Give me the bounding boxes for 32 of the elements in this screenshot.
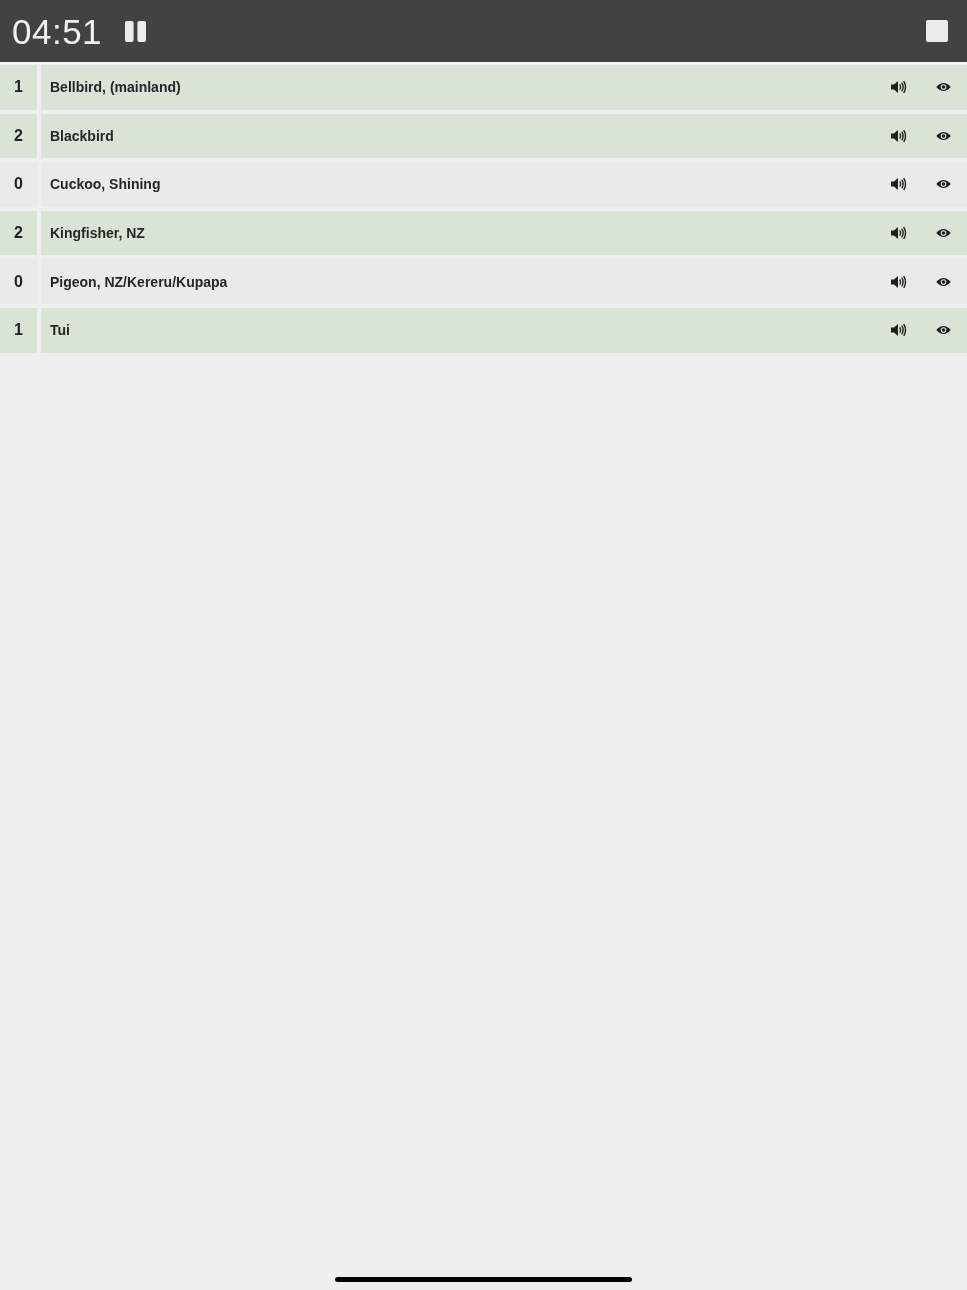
count-cell: 2: [0, 210, 37, 256]
count-cell: 0: [0, 259, 37, 304]
eye-icon[interactable]: [936, 130, 951, 141]
bird-row[interactable]: Tui: [41, 307, 967, 353]
eye-icon[interactable]: [936, 228, 951, 239]
bird-name: Tui: [50, 322, 71, 339]
bird-row[interactable]: Cuckoo, Shining: [41, 162, 967, 207]
bird-row[interactable]: Bellbird, (mainland): [41, 65, 967, 110]
bird-name: Cuckoo, Shining: [50, 176, 162, 193]
count-cell: 0: [0, 162, 37, 207]
speaker-icon[interactable]: [891, 274, 907, 289]
bird-row[interactable]: Pigeon, NZ/Kereru/Kupapa: [41, 259, 967, 304]
eye-icon[interactable]: [936, 82, 951, 93]
speaker-icon[interactable]: [891, 80, 907, 95]
count-cell: 1: [0, 307, 37, 353]
speaker-icon[interactable]: [891, 226, 907, 241]
eye-icon[interactable]: [936, 179, 951, 190]
speaker-icon[interactable]: [891, 323, 907, 338]
bird-row[interactable]: Blackbird: [41, 113, 967, 159]
pause-icon[interactable]: [125, 20, 147, 42]
timer: 04:51: [12, 13, 103, 49]
bird-name: Kingfisher, NZ: [50, 225, 146, 242]
bird-name: Blackbird: [50, 127, 115, 144]
bird-name: Bellbird, (mainland): [50, 79, 182, 96]
speaker-icon[interactable]: [891, 177, 907, 192]
eye-icon[interactable]: [936, 325, 951, 336]
speaker-icon[interactable]: [891, 128, 907, 143]
count-cell: 2: [0, 113, 37, 159]
eye-icon[interactable]: [936, 276, 951, 287]
count-cell: 1: [0, 65, 37, 110]
bird-name: Pigeon, NZ/Kereru/Kupapa: [50, 273, 229, 290]
bird-row[interactable]: Kingfisher, NZ: [41, 210, 967, 256]
